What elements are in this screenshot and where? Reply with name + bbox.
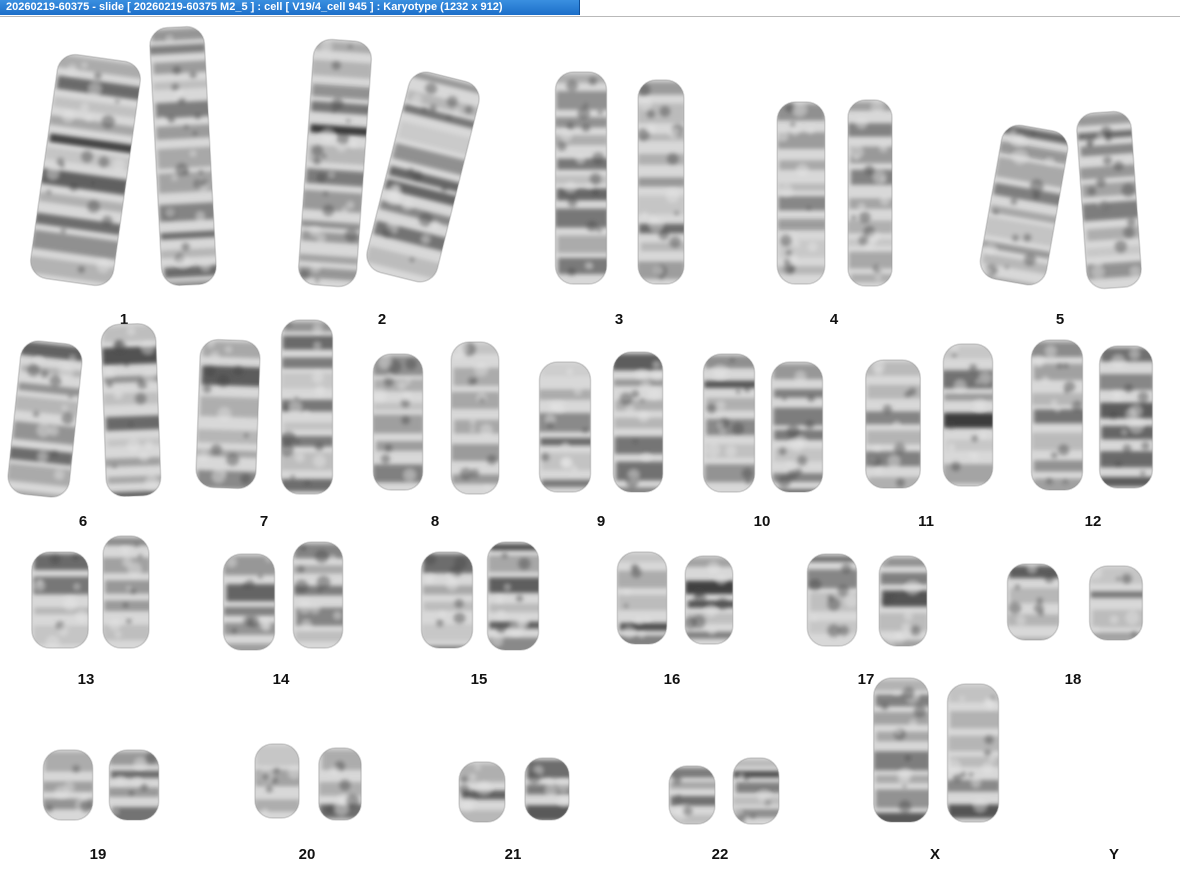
chromosome-17-a[interactable] [804, 552, 860, 648]
chromosome-label-6: 6 [78, 513, 88, 530]
window-title-bar: 20260219-60375 - slide [ 20260219-60375 … [0, 0, 1180, 17]
chromosome-label-9: 9 [596, 513, 606, 530]
chromosome-label-16: 16 [663, 671, 681, 688]
chromosome-1-b[interactable] [145, 24, 221, 289]
chromosome-15-a[interactable] [418, 550, 476, 650]
chromosome-1-a[interactable] [22, 50, 148, 291]
chromosome-19-a[interactable] [40, 748, 96, 822]
chromosome-label-20: 20 [298, 846, 316, 863]
chromosome-11-a[interactable] [862, 358, 924, 490]
chromosome-16-b[interactable] [682, 554, 736, 646]
chromosome-15-b[interactable] [484, 540, 542, 652]
chromosome-7-a[interactable] [191, 337, 264, 491]
chromosome-18-a[interactable] [1004, 562, 1062, 642]
chromosome-20-b[interactable] [316, 746, 364, 822]
chromosome-label-15: 15 [470, 671, 488, 688]
chromosome-3-b[interactable] [635, 78, 687, 286]
chromosome-16-a[interactable] [614, 550, 670, 646]
chromosome-7-b[interactable] [278, 318, 336, 496]
chromosome-6-b[interactable] [97, 321, 165, 499]
chromosome-9-b[interactable] [610, 350, 666, 494]
chromosome-2-b[interactable] [358, 65, 488, 289]
chromosome-label-12: 12 [1084, 513, 1102, 530]
chromosome-label-4: 4 [829, 311, 839, 328]
chromosome-label-11: 11 [918, 513, 934, 530]
chromosome-21-b[interactable] [522, 756, 572, 822]
chromosome-21-a[interactable] [456, 760, 508, 824]
chromosome-label-22: 22 [711, 846, 729, 863]
chromosome-9-a[interactable] [536, 360, 594, 494]
chromosome-3-a[interactable] [552, 70, 610, 286]
chromosome-label-x: X [929, 846, 940, 863]
chromosome-13-b[interactable] [100, 534, 152, 650]
chromosome-14-a[interactable] [220, 552, 278, 652]
chromosome-17-b[interactable] [876, 554, 930, 648]
chromosome-4-b[interactable] [845, 98, 895, 288]
chromosome-22-a[interactable] [666, 764, 718, 826]
karyogram-view: 1 2 3 4 5 6 7 8 9 10 11 12 13 14 15 16 17 18 19 20 21 22 X Y [0, 17, 1180, 888]
chromosome-label-2: 2 [377, 311, 387, 328]
chromosome-x-a[interactable] [870, 676, 932, 824]
chromosome-14-b[interactable] [290, 540, 346, 650]
chromosome-label-13: 13 [77, 671, 95, 688]
chromosome-label-y: Y [1108, 846, 1119, 863]
chromosome-label-3: 3 [614, 311, 624, 328]
chromosome-8-a[interactable] [370, 352, 426, 492]
chromosome-10-a[interactable] [700, 352, 758, 494]
chromosome-label-8: 8 [430, 513, 440, 530]
chromosome-5-b[interactable] [1072, 108, 1146, 292]
chromosome-label-10: 10 [753, 513, 771, 530]
chromosome-label-21: 21 [504, 846, 522, 863]
chromosome-11-b[interactable] [940, 342, 996, 488]
chromosome-6-a[interactable] [2, 337, 88, 501]
chromosome-22-b[interactable] [730, 756, 782, 826]
chromosome-x-b[interactable] [944, 682, 1002, 824]
chromosome-12-a[interactable] [1028, 338, 1086, 492]
chromosome-10-b[interactable] [768, 360, 826, 494]
chromosome-8-b[interactable] [448, 340, 502, 496]
chromosome-20-a[interactable] [252, 742, 302, 820]
chromosome-13-a[interactable] [28, 550, 92, 650]
chromosome-12-b[interactable] [1096, 344, 1156, 490]
chromosome-label-5: 5 [1055, 311, 1065, 328]
chromosome-19-b[interactable] [106, 748, 162, 822]
chromosome-label-19: 19 [89, 846, 107, 863]
chromosome-4-a[interactable] [774, 100, 828, 286]
chromosome-label-7: 7 [259, 513, 269, 530]
window-title: 20260219-60375 - slide [ 20260219-60375 … [0, 0, 580, 15]
chromosome-18-b[interactable] [1086, 564, 1146, 642]
chromosome-5-a[interactable] [973, 120, 1076, 291]
chromosome-label-18: 18 [1064, 671, 1082, 688]
chromosome-label-14: 14 [272, 671, 290, 688]
